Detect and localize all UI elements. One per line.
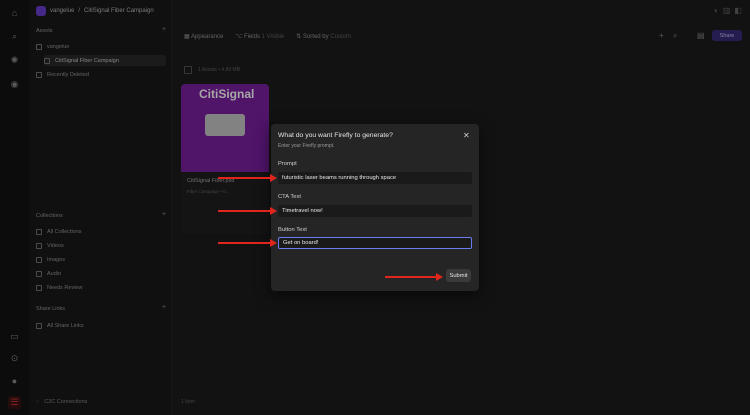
annotation-arrow-cta: [218, 207, 277, 215]
annotation-arrow-button: [218, 239, 277, 247]
cta-text-input[interactable]: Timetravel now!: [278, 205, 472, 217]
annotation-arrow-prompt: [218, 174, 277, 182]
submit-label: Submit: [449, 272, 468, 279]
button-text-input[interactable]: Get on board!: [278, 237, 472, 249]
annotation-arrow-submit: [385, 273, 443, 281]
submit-button[interactable]: Submit: [446, 269, 471, 282]
cta-text-label: CTA Text: [278, 194, 301, 200]
dialog-subtitle: Enter your Firefly prompt.: [278, 143, 335, 149]
prompt-label: Prompt: [278, 161, 297, 167]
firefly-dialog: What do you want Firefly to generate? En…: [271, 124, 479, 291]
prompt-input[interactable]: futuristic laser beams running through s…: [278, 172, 472, 184]
dialog-title: What do you want Firefly to generate?: [278, 132, 393, 139]
close-icon[interactable]: ✕: [463, 131, 470, 140]
button-text-label: Button Text: [278, 227, 307, 233]
